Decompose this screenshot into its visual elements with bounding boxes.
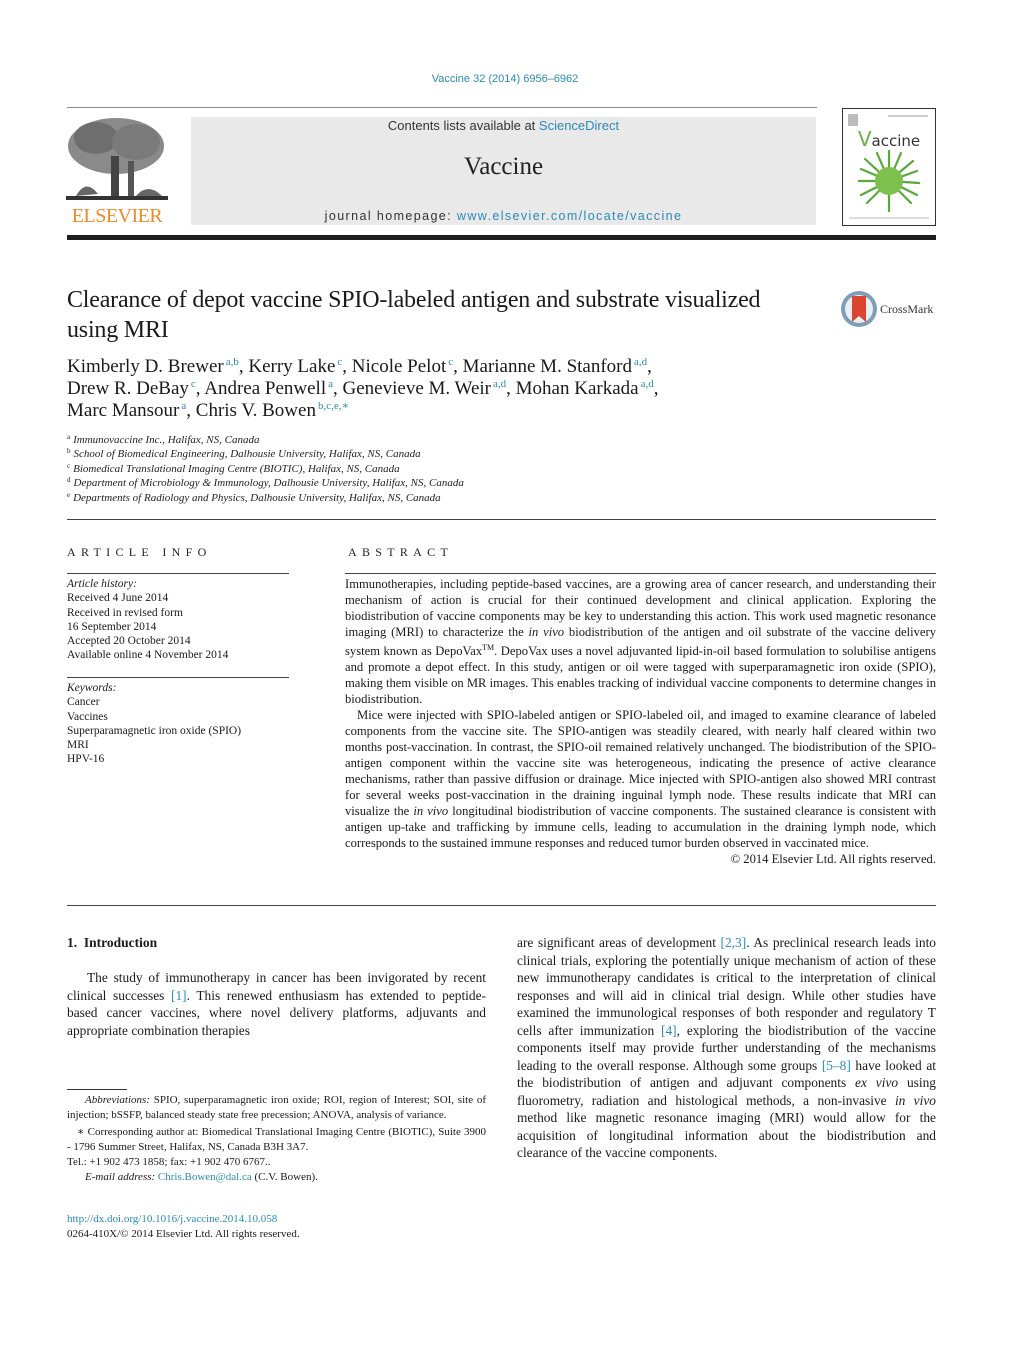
affiliation-marker[interactable]: b,c,e,∗ [318, 400, 349, 412]
affiliation: a Immunovaccine Inc., Halifax, NS, Canada [67, 433, 260, 447]
history-label: Article history: [67, 578, 137, 590]
section-rule [67, 677, 289, 678]
affiliation: e Departments of Radiology and Physics, D… [67, 490, 441, 504]
author[interactable]: Genevieve M. Weir a,d [343, 378, 507, 399]
contents-prefix: Contents lists available at [387, 118, 539, 133]
crossmark-badge[interactable]: CrossMark [840, 290, 940, 328]
author[interactable]: Andrea Penwell a [204, 378, 333, 399]
elsevier-logo[interactable]: ELSEVIER [66, 116, 168, 228]
header-rule [67, 107, 817, 108]
journal-cover-thumbnail[interactable]: Vaccine [842, 108, 936, 226]
copyright-notice: © 2014 Elsevier Ltd. All rights reserved… [730, 852, 936, 867]
article-history: Article history: Received 4 June 2014 Re… [67, 577, 289, 663]
footnote-rule [67, 1089, 127, 1090]
affiliation-list: a Immunovaccine Inc., Halifax, NS, Canada… [67, 433, 767, 505]
section-rule [67, 573, 289, 574]
homepage-line: journal homepage: www.elsevier.com/locat… [191, 209, 816, 223]
journal-citation-link[interactable]: Vaccine 32 (2014) 6956–6962 [0, 73, 1010, 85]
section-rule [67, 905, 936, 906]
abstract-heading: ABSTRACT [348, 545, 454, 559]
section-heading-introduction: 1. Introduction [67, 935, 158, 950]
affiliation-marker[interactable]: a [328, 378, 333, 390]
email-link[interactable]: Chris.Bowen@dal.ca [158, 1171, 252, 1183]
article-title: Clearance of depot vaccine SPIO-labeled … [67, 287, 761, 343]
author[interactable]: Kerry Lake c [248, 356, 342, 377]
footnotes: Abbreviations: SPIO, superparamagnetic i… [67, 1093, 486, 1185]
sciencedirect-link[interactable]: ScienceDirect [539, 118, 619, 133]
history-item: 16 September 2014 [67, 620, 157, 633]
corresponding-author-footnote: ∗ Corresponding author at: Biomedical Tr… [67, 1126, 486, 1153]
affiliation: c Biomedical Translational Imaging Centre… [67, 461, 400, 475]
affiliation-marker[interactable]: a [181, 400, 186, 412]
doi-link[interactable]: http://dx.doi.org/10.1016/j.vaccine.2014… [67, 1213, 277, 1225]
keyword: Vaccines [67, 710, 108, 723]
issn-line: 0264-410X/© 2014 Elsevier Ltd. All right… [67, 1228, 300, 1240]
journal-title: Vaccine [463, 153, 544, 180]
virus-illustration-icon [848, 114, 929, 219]
intro-paragraph: The study of immunotherapy in cancer has… [67, 970, 486, 1038]
author[interactable]: Nicole Pelot c [352, 356, 453, 377]
email-footnote: E-mail address: Chris.Bowen@dal.ca (C.V.… [85, 1171, 318, 1183]
affiliation-marker[interactable]: c [448, 356, 453, 368]
author[interactable]: Marianne M. Stanford a,d [463, 356, 648, 377]
homepage-prefix: journal homepage: [324, 209, 457, 223]
author-list: Kimberly D. Brewer a,b, Kerry Lake c, Nico… [67, 356, 659, 421]
reference-link[interactable]: [2,3] [721, 935, 747, 950]
article-info-heading: ARTICLE INFO [67, 545, 212, 559]
elsevier-tree-icon [66, 116, 168, 204]
affiliation-marker[interactable]: a,d [493, 378, 506, 390]
history-item: Received 4 June 2014 [67, 592, 169, 605]
author[interactable]: Drew R. DeBay c [67, 378, 196, 399]
section-rule [345, 573, 936, 574]
crossmark-icon [841, 291, 877, 327]
intro-paragraph-continued: are significant areas of development [2,… [517, 935, 936, 1160]
keywords-label: Keywords: [67, 682, 117, 694]
affiliation-marker[interactable]: a,d [641, 378, 654, 390]
author[interactable]: Chris V. Bowen b,c,e,∗ [196, 400, 349, 421]
abstract-paragraph: Mice were injected with SPIO-labeled ant… [345, 708, 936, 851]
section-rule [67, 519, 936, 520]
reference-link[interactable]: [1] [171, 988, 187, 1003]
affiliation-marker[interactable]: c [191, 378, 196, 390]
affiliation-marker[interactable]: a,b [226, 356, 239, 368]
elsevier-wordmark: ELSEVIER [71, 205, 163, 227]
author[interactable]: Mohan Karkada a,d [516, 378, 654, 399]
history-item: Accepted 20 October 2014 [67, 635, 191, 648]
keyword: HPV-16 [67, 753, 105, 766]
affiliation-marker[interactable]: c [337, 356, 342, 368]
keyword: MRI [67, 739, 89, 752]
keyword: Superparamagnetic iron oxide (SPIO) [67, 724, 242, 737]
journal-homepage-link[interactable]: www.elsevier.com/locate/vaccine [457, 209, 682, 223]
author[interactable]: Marc Mansour a [67, 400, 186, 421]
reference-link[interactable]: [4] [661, 1023, 677, 1038]
abbreviations-footnote: Abbreviations: SPIO, superparamagnetic i… [67, 1094, 486, 1121]
reference-link[interactable]: [5–8] [822, 1058, 851, 1073]
history-item: Received in revised form [67, 606, 183, 619]
abstract-paragraph: Immunotherapies, including peptide-based… [345, 577, 937, 707]
crossmark-label: CrossMark [880, 302, 934, 316]
abstract-body: Immunotherapies, including peptide-based… [345, 576, 936, 867]
history-item: Available online 4 November 2014 [67, 649, 229, 662]
doi-block: http://dx.doi.org/10.1016/j.vaccine.2014… [67, 1212, 486, 1242]
affiliation: b School of Biomedical Engineering, Dalho… [67, 447, 421, 461]
journal-banner: Contents lists available at ScienceDirec… [191, 117, 816, 225]
affiliation: d Department of Microbiology & Immunology… [67, 476, 464, 490]
keywords: Keywords: Cancer Vaccines Superparamagne… [67, 681, 289, 767]
header-thick-rule [67, 235, 936, 240]
contact-phone: Tel.: +1 902 473 1858; fax: +1 902 470 6… [67, 1156, 271, 1168]
contents-line: Contents lists available at ScienceDirec… [191, 118, 816, 133]
keyword: Cancer [67, 696, 100, 709]
affiliation-marker[interactable]: a,d [634, 356, 647, 368]
author[interactable]: Kimberly D. Brewer a,b [67, 356, 239, 377]
